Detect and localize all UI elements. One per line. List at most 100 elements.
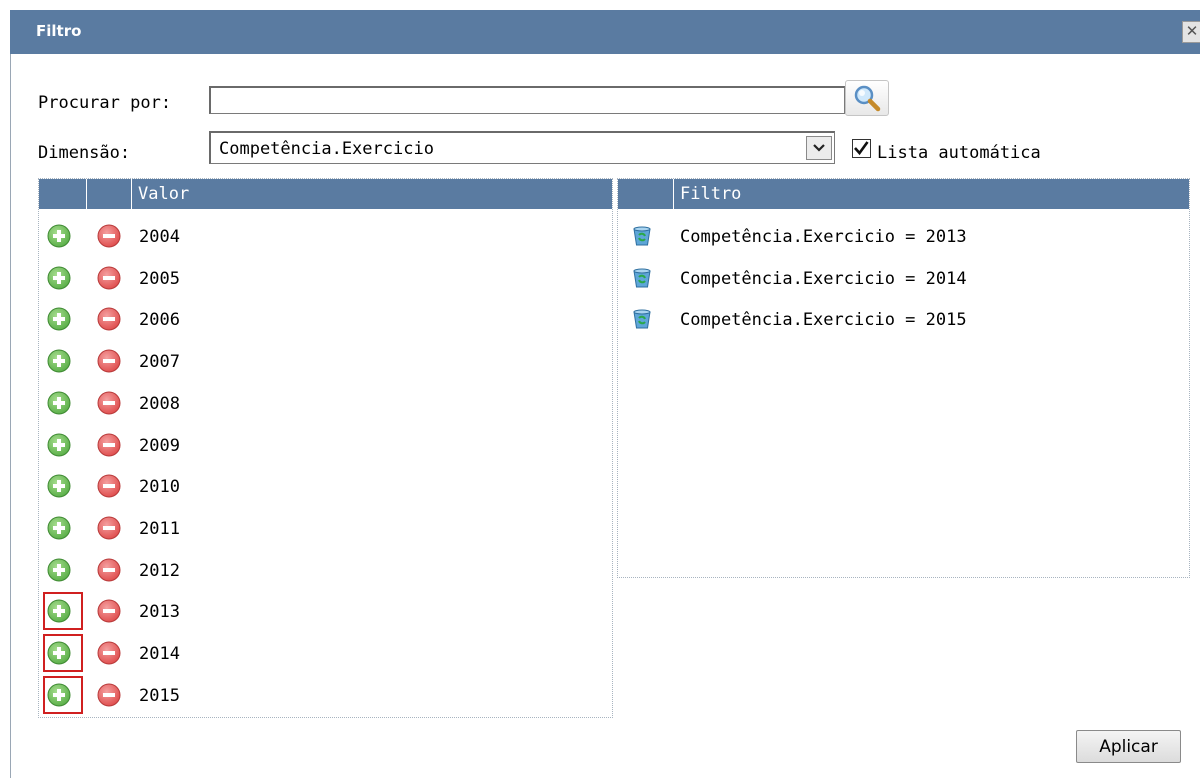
filter-grid: Filtro Competência.Exercicio = 2013 Comp…	[617, 178, 1190, 578]
filter-text: Competência.Exercicio = 2014	[680, 268, 967, 289]
value-text: 2004	[139, 227, 180, 247]
add-filter-button[interactable]	[47, 558, 71, 582]
add-filter-button[interactable]	[47, 474, 71, 498]
recycle-bin-icon	[633, 226, 651, 246]
minus-circle-icon	[97, 266, 121, 290]
remove-filter-button[interactable]	[97, 433, 121, 457]
add-filter-button[interactable]	[47, 266, 71, 290]
minus-circle-icon	[97, 474, 121, 498]
value-text: 2015	[139, 685, 180, 706]
plus-circle-icon	[47, 224, 71, 248]
magnifier-icon	[854, 85, 881, 112]
value-row: 2010	[39, 465, 612, 507]
value-row: 2011	[39, 507, 612, 549]
dimension-selected-value: Competência.Exercicio	[219, 139, 434, 159]
minus-circle-icon	[97, 558, 121, 582]
remove-filter-button[interactable]	[97, 516, 121, 540]
delete-filter-button[interactable]	[630, 307, 654, 331]
minus-circle-icon	[97, 599, 121, 623]
value-row: 2015	[39, 674, 612, 716]
minus-circle-icon	[97, 307, 121, 331]
plus-circle-icon	[47, 307, 71, 331]
value-text: 2005	[139, 268, 180, 289]
remove-column-header	[87, 179, 132, 209]
values-grid: Valor 2004 2005 2006 2007 2008 2009 2010…	[38, 178, 613, 718]
value-row: 2014	[39, 632, 612, 674]
auto-list-checkbox[interactable]	[852, 139, 871, 158]
value-text: 2006	[139, 310, 180, 331]
value-text: 2008	[139, 393, 180, 414]
apply-button[interactable]: Aplicar	[1076, 730, 1181, 763]
value-text: 2011	[139, 518, 180, 539]
remove-filter-button[interactable]	[97, 391, 121, 415]
remove-filter-button[interactable]	[97, 599, 121, 623]
plus-circle-icon	[47, 349, 71, 373]
filter-grid-header: Filtro	[618, 179, 1189, 209]
value-text: 2013	[139, 602, 180, 623]
remove-filter-button[interactable]	[97, 349, 121, 373]
delete-column-header	[618, 179, 674, 209]
chevron-down-icon	[813, 144, 825, 152]
minus-circle-icon	[97, 516, 121, 540]
checkmark-icon	[854, 141, 869, 156]
minus-circle-icon	[97, 224, 121, 248]
value-text: 2009	[139, 435, 180, 456]
value-text: 2010	[139, 477, 180, 498]
minus-circle-icon	[97, 391, 121, 415]
minus-circle-icon	[97, 433, 121, 456]
value-row: 2004	[39, 215, 612, 257]
dimension-select[interactable]: Competência.Exercicio	[209, 131, 835, 164]
search-button[interactable]	[845, 80, 889, 116]
value-row: 2012	[39, 549, 612, 591]
add-filter-button[interactable]	[47, 433, 71, 457]
filter-column-header[interactable]: Filtro	[674, 179, 1191, 209]
plus-circle-icon	[47, 683, 71, 707]
value-row: 2013	[39, 590, 612, 632]
delete-filter-button[interactable]	[630, 266, 654, 290]
delete-filter-button[interactable]	[630, 224, 654, 248]
remove-filter-button[interactable]	[97, 683, 121, 707]
values-grid-header: Valor	[39, 179, 612, 209]
add-filter-button[interactable]	[47, 683, 71, 707]
dialog-titlebar: Filtro ✕	[10, 10, 1200, 54]
filter-row: Competência.Exercicio = 2013	[618, 215, 1189, 257]
add-column-header	[39, 179, 87, 209]
remove-filter-button[interactable]	[97, 474, 121, 498]
minus-circle-icon	[97, 641, 121, 665]
close-button[interactable]: ✕	[1182, 21, 1200, 43]
add-filter-button[interactable]	[47, 516, 71, 540]
remove-filter-button[interactable]	[97, 641, 121, 665]
minus-circle-icon	[97, 683, 121, 707]
close-icon: ✕	[1185, 22, 1199, 40]
plus-circle-icon	[47, 266, 71, 290]
add-filter-button[interactable]	[47, 307, 71, 331]
value-column-header[interactable]: Valor	[132, 179, 614, 209]
add-filter-button[interactable]	[47, 224, 71, 248]
search-label: Procurar por:	[38, 93, 172, 113]
recycle-bin-icon	[633, 268, 651, 288]
add-filter-button[interactable]	[47, 599, 71, 623]
auto-list-label: Lista automática	[877, 143, 1041, 163]
value-row: 2008	[39, 382, 612, 424]
plus-circle-icon	[47, 516, 71, 540]
filter-text: Competência.Exercicio = 2015	[680, 310, 967, 331]
plus-circle-icon	[47, 391, 71, 415]
value-row: 2009	[39, 424, 612, 466]
add-filter-button[interactable]	[47, 349, 71, 373]
value-row: 2006	[39, 298, 612, 340]
search-input[interactable]	[209, 86, 845, 114]
remove-filter-button[interactable]	[97, 224, 121, 248]
recycle-bin-icon	[633, 309, 651, 329]
plus-circle-icon	[47, 474, 71, 498]
dropdown-arrow-button[interactable]	[806, 136, 832, 160]
remove-filter-button[interactable]	[97, 307, 121, 331]
filter-row: Competência.Exercicio = 2015	[618, 298, 1189, 340]
add-filter-button[interactable]	[47, 391, 71, 415]
remove-filter-button[interactable]	[97, 266, 121, 290]
remove-filter-button[interactable]	[97, 558, 121, 582]
add-filter-button[interactable]	[47, 641, 71, 665]
plus-circle-icon	[47, 558, 71, 582]
filter-text: Competência.Exercicio = 2013	[680, 227, 967, 247]
value-text: 2012	[139, 560, 180, 581]
plus-circle-icon	[47, 599, 71, 623]
